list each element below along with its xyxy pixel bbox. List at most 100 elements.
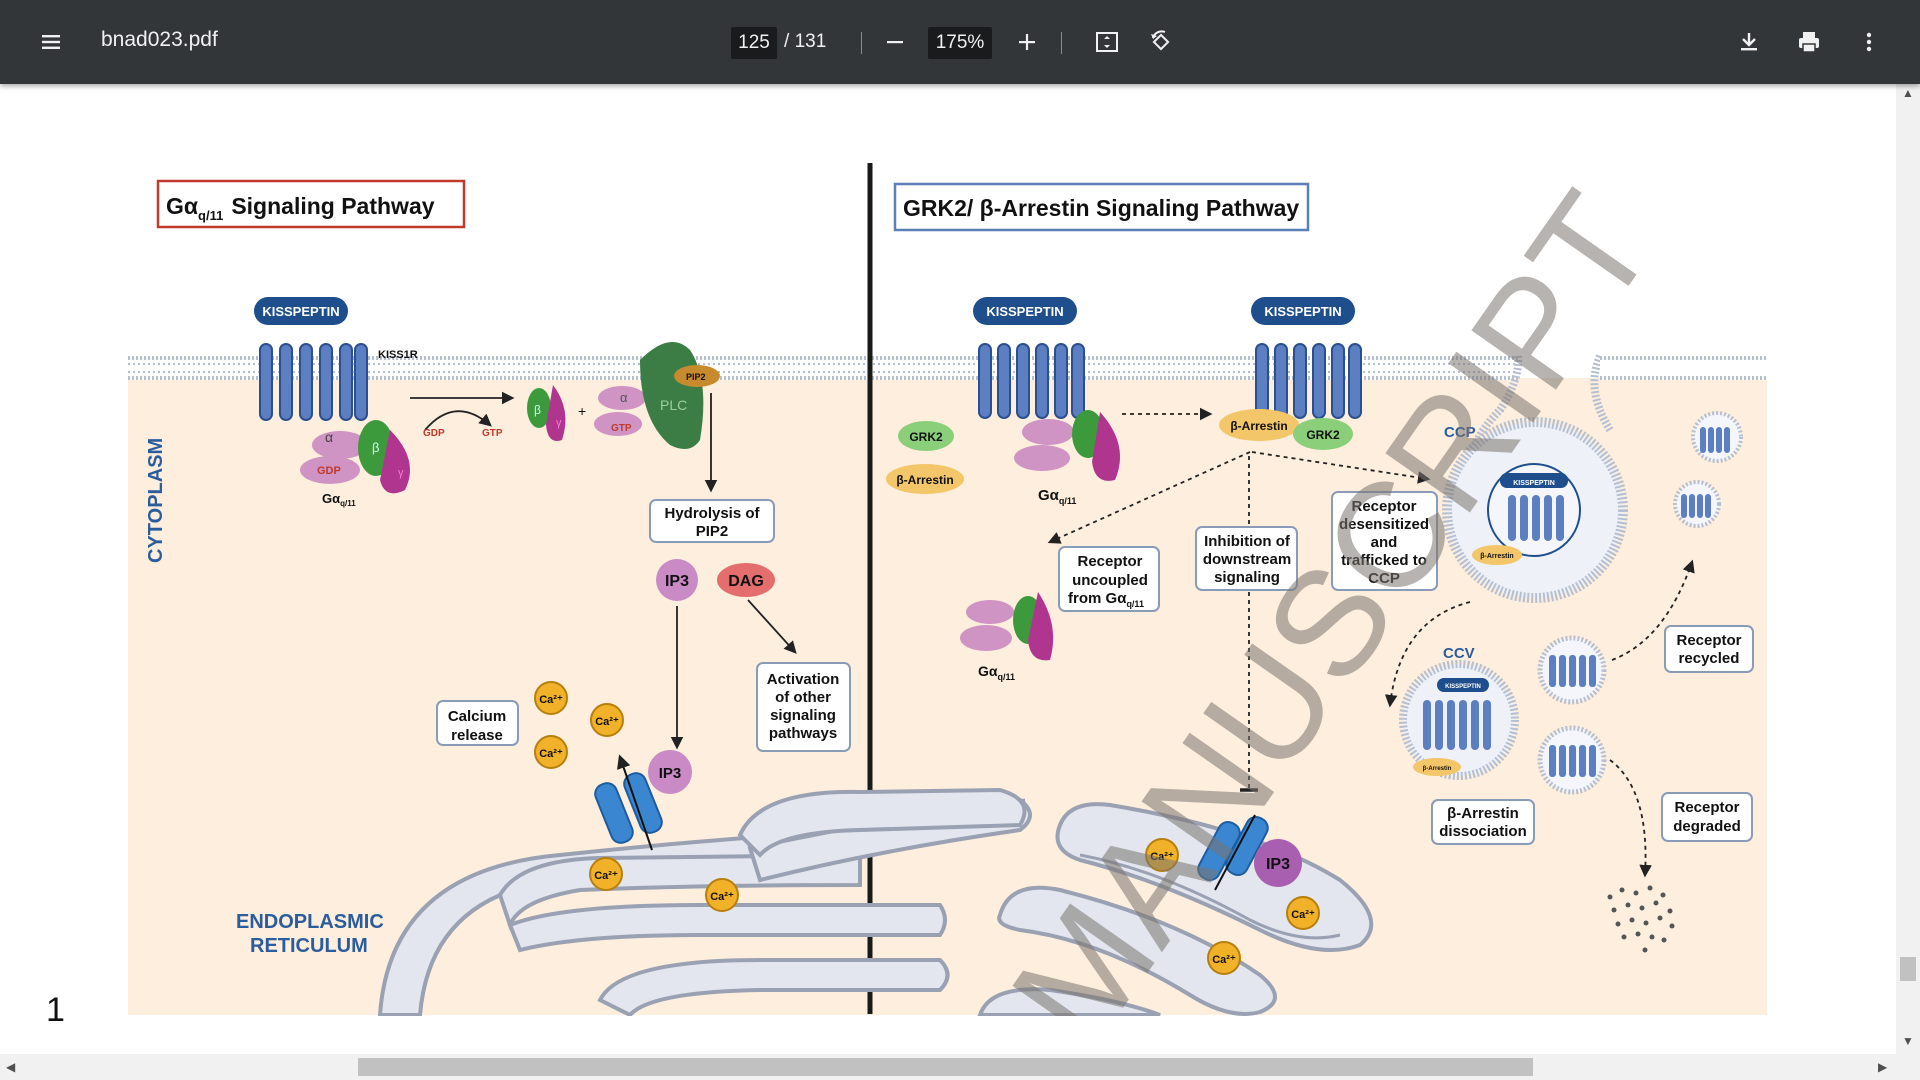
degraded-line2: degraded	[1673, 818, 1741, 835]
menu-button[interactable]	[27, 18, 75, 66]
fit-page-icon	[1096, 32, 1118, 52]
gtp-label-arrow: GTP	[482, 428, 503, 439]
recycled-line2: recycled	[1679, 650, 1740, 667]
scroll-right-icon[interactable]: ▶	[1878, 1060, 1887, 1074]
gaq-sub-uncoupled: q/11	[998, 672, 1016, 682]
ccv-vesicle	[1399, 660, 1519, 780]
ip3-label: IP3	[665, 573, 689, 590]
download-icon	[1741, 33, 1757, 51]
calcium-line2: release	[451, 727, 503, 744]
b-arrestin-label-floating: β-Arrestin	[896, 473, 953, 487]
fit-page-button[interactable]	[1083, 18, 1131, 66]
beta-label-dimer: β	[534, 403, 541, 417]
gdp-label-left: GDP	[317, 465, 341, 477]
toolbar-divider	[861, 32, 862, 54]
recycled-line1: Receptor	[1676, 632, 1741, 649]
kisspeptin-label-r1: KISSPEPTIN	[986, 304, 1063, 319]
activation-line2: of other	[775, 689, 831, 706]
vertical-scrollbar[interactable]: ▲ ▼	[1896, 84, 1920, 1054]
gamma-label-left: γ	[398, 467, 404, 479]
rotate-button[interactable]	[1137, 18, 1185, 66]
degraded-line1: Receptor	[1674, 799, 1739, 816]
zoom-out-button[interactable]	[871, 18, 919, 66]
inhibition-line1: Inhibition of	[1204, 533, 1291, 550]
alpha-label-gtp: α	[620, 390, 628, 405]
toolbar-divider	[1061, 32, 1062, 54]
beta-label-left: β	[372, 440, 379, 455]
grk2-label-r2: GRK2	[1306, 428, 1340, 442]
dissoc-line2: dissociation	[1439, 823, 1527, 840]
activation-line1: Activation	[767, 671, 840, 688]
pathway-figure: Gαq/11 Signaling Pathway GRK2/ β-Arrestin…	[0, 163, 1896, 1054]
gaq-sub-left: q/11	[340, 499, 356, 508]
ca-ion-label: Ca²⁺	[1212, 954, 1236, 966]
pdf-toolbar: bnad023.pdf 125 / 131 175%	[0, 0, 1920, 84]
alpha-label-left: α	[325, 429, 333, 445]
gaq-prefix-uncoupled: Gα	[978, 663, 998, 679]
er-label-line2: RETICULUM	[250, 935, 368, 957]
ccv-label: CCV	[1443, 645, 1475, 662]
activation-line4: pathways	[769, 725, 837, 742]
scroll-up-icon[interactable]: ▲	[1902, 86, 1914, 100]
total-pages: 131	[794, 31, 827, 52]
print-icon	[1799, 32, 1819, 53]
uncoupled-line2: uncoupled	[1072, 572, 1148, 589]
kisspeptin-label-ccv: KISSPEPTIN	[1445, 684, 1481, 690]
horizontal-scroll-thumb[interactable]	[358, 1058, 1533, 1076]
hydrolysis-line1: Hydrolysis of	[664, 505, 760, 522]
pip2-label-plc: PIP2	[686, 372, 706, 382]
ca-ion-label: Ca²⁺	[539, 748, 563, 760]
plus-sign: +	[578, 403, 586, 419]
scroll-down-icon[interactable]: ▼	[1902, 1034, 1914, 1048]
page-bottom-margin	[0, 1016, 1896, 1054]
gtp-label-plc: GTP	[611, 423, 632, 434]
more-vert-icon	[1866, 32, 1872, 52]
b-arrestin-label-ccp: β-Arrestin	[1480, 553, 1513, 560]
ca-ion-label: Ca²⁺	[710, 891, 734, 903]
gaq-sub-r1: q/11	[1059, 496, 1077, 506]
plc-label: PLC	[660, 397, 687, 413]
download-button[interactable]	[1725, 18, 1773, 66]
uncoupled-line3-text: from Gα	[1068, 590, 1127, 607]
page-separator: /	[784, 31, 790, 52]
horizontal-scrollbar[interactable]: ◀ ▶	[0, 1054, 1920, 1080]
kisspeptin-label-left: KISSPEPTIN	[262, 304, 339, 319]
left-title-sub: q/11	[198, 208, 223, 223]
menu-icon	[42, 35, 60, 49]
right-title: GRK2/ β-Arrestin Signaling Pathway	[903, 195, 1299, 221]
zoom-out-icon	[887, 41, 903, 44]
ca-ion-label: Ca²⁺	[1291, 909, 1315, 921]
ca-ion-label: Ca²⁺	[595, 716, 619, 728]
zoom-level-input[interactable]: 175%	[928, 27, 992, 59]
rotate-icon	[1151, 30, 1170, 51]
grk2-label-floating: GRK2	[909, 430, 943, 444]
dag-label: DAG	[728, 573, 764, 590]
uncoupled-line3-sub: q/11	[1126, 599, 1144, 609]
print-button[interactable]	[1785, 18, 1833, 66]
kisspeptin-label-r2: KISSPEPTIN	[1264, 304, 1341, 319]
left-title-rest: Signaling Pathway	[231, 193, 434, 219]
ip3-bound-label-left: IP3	[659, 765, 682, 782]
gaq-prefix-r1: Gα	[1038, 487, 1060, 504]
hydrolysis-line2: PIP2	[696, 523, 729, 540]
b-arrestin-label-r2: β-Arrestin	[1230, 419, 1287, 433]
pdf-page-view[interactable]: Gαq/11 Signaling Pathway GRK2/ β-Arrestin…	[0, 84, 1896, 1054]
ca-ion-label: Ca²⁺	[539, 694, 563, 706]
page-number-input[interactable]: 125	[731, 27, 777, 59]
zoom-in-icon	[1019, 34, 1035, 50]
page-label: 1	[46, 991, 65, 1029]
document-title: bnad023.pdf	[101, 28, 218, 51]
page-count: / 131	[784, 31, 826, 53]
gdp-label-arrow: GDP	[423, 428, 445, 439]
left-title-prefix: Gα	[166, 193, 198, 219]
zoom-in-button[interactable]	[1003, 18, 1051, 66]
vertical-scroll-thumb[interactable]	[1900, 957, 1916, 981]
more-options-button[interactable]	[1845, 18, 1893, 66]
calcium-line1: Calcium	[448, 708, 506, 725]
ip3-bound-label-right: IP3	[1266, 856, 1290, 873]
uncoupled-line1: Receptor	[1077, 553, 1142, 570]
scroll-left-icon[interactable]: ◀	[6, 1060, 15, 1074]
gaq-prefix-left: Gα	[322, 491, 340, 506]
ca-ion-label: Ca²⁺	[594, 870, 618, 882]
activation-line3: signaling	[770, 707, 836, 724]
